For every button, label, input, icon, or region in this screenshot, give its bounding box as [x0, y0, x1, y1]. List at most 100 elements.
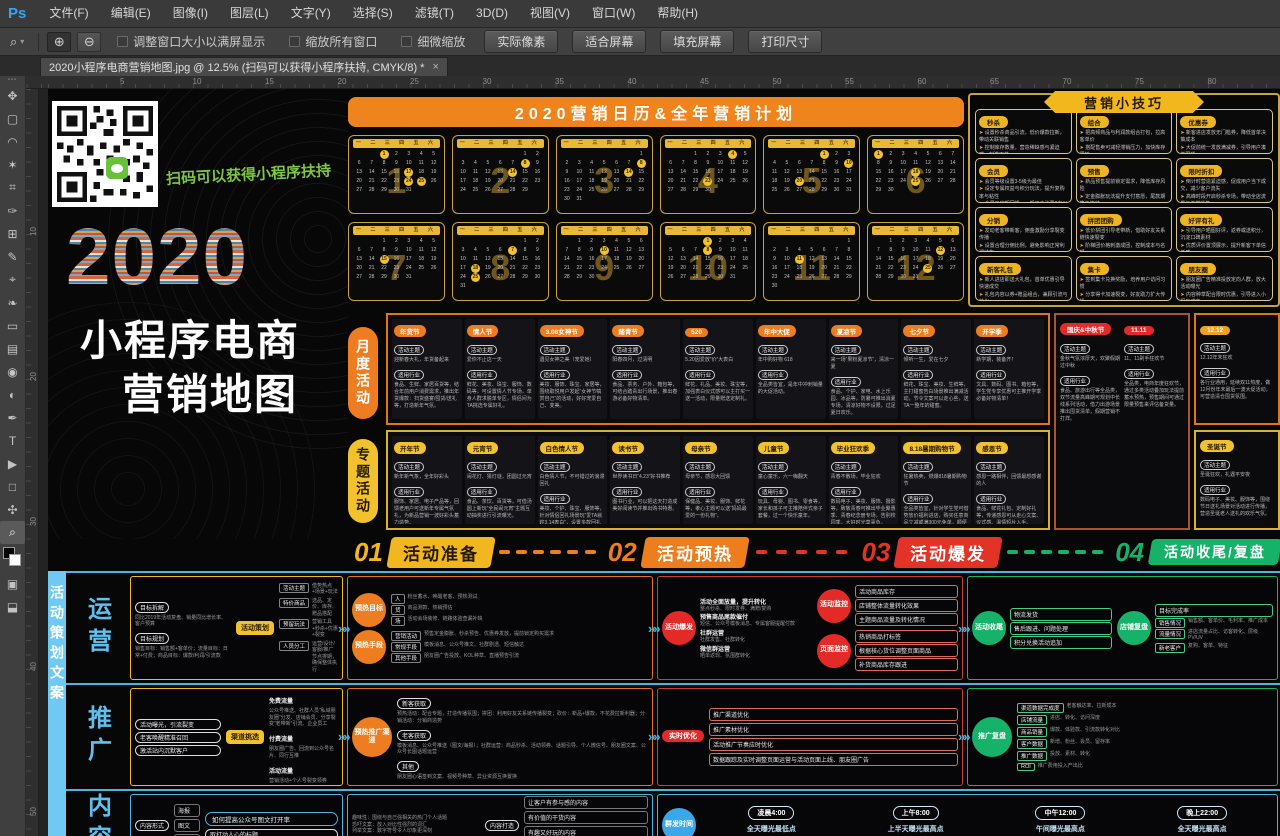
october-big-days-box: 国庆&中秋节 活动主题 金秋气氛浓厚天，欢聚假期过中秋 适用行业 食品、旅游出行…	[1054, 313, 1190, 530]
calendar-date: 27	[947, 264, 959, 273]
calendar-weekdays: 一 二 三 四 五 六 日	[768, 139, 855, 148]
tool-button[interactable]: ⌕	[0, 521, 25, 544]
menu-item[interactable]: 文件(F)	[38, 0, 99, 27]
canvas[interactable]: 扫码可以获得小程序扶持 2020 小程序电商 营销地图 2020营销日历&全年营…	[39, 89, 1280, 836]
phase-number: 02	[608, 537, 637, 568]
calendar-date: 5	[806, 246, 818, 255]
zoom-out-button[interactable]: ⊖	[77, 32, 101, 52]
kv-key: 销售情况	[1155, 618, 1185, 628]
activity-industry: 鲜花、美妆、珠宝、服饰、数码等，可设置情人节专场，单身人群求脱单专区，情侣间为T…	[467, 382, 533, 410]
close-icon[interactable]: ×	[432, 61, 438, 73]
menu-item[interactable]: 图像(I)	[162, 0, 219, 27]
menu-item[interactable]: 图层(L)	[219, 0, 280, 27]
industry-label: 适用行业	[394, 370, 424, 380]
tool-button[interactable]: T	[0, 429, 25, 452]
resize-windows-checkbox[interactable]: 调整窗口大小以满屏显示	[117, 33, 265, 50]
horizontal-ruler[interactable]: 5101520253035404550556065707580	[26, 76, 1280, 89]
activity-title: 元宵节	[467, 442, 499, 454]
calendar-date: 6	[818, 246, 830, 255]
activity-theme: 母亲节，感恩大回馈	[685, 474, 751, 481]
calendar-date: 26	[806, 273, 818, 282]
special-activities-label: 专题活动	[348, 439, 378, 523]
menu-item[interactable]: 编辑(E)	[100, 0, 162, 27]
tool-button[interactable]: ✶	[0, 153, 25, 176]
fit-screen-button[interactable]: 适合屏幕	[572, 30, 646, 53]
calendar-date: 6	[353, 159, 365, 168]
menu-item[interactable]: 文字(Y)	[280, 0, 342, 27]
calendar-dates: 1234567891011121314151617181920212223242…	[872, 237, 959, 282]
menu-item[interactable]: 选择(S)	[342, 0, 404, 27]
tool-button[interactable]: ◐	[0, 383, 25, 406]
channel-branch: 活动流量 营销活动+个人号裂变领券	[269, 760, 338, 785]
calendar-date: 14	[506, 255, 518, 264]
tool-button[interactable]: ⌖	[0, 268, 25, 291]
panel-grip-icon[interactable]: ▪▪▪	[0, 76, 25, 84]
tool-button[interactable]: ◉	[0, 360, 25, 383]
calendar-date: 14	[689, 255, 701, 264]
calendar-date: 21	[506, 264, 518, 273]
phase-badge: 活动收尾/复盘	[1148, 539, 1280, 565]
tool-button[interactable]: ✥	[0, 84, 25, 107]
background-color-swatch[interactable]	[9, 554, 21, 566]
tool-button[interactable]: ✎	[0, 245, 25, 268]
color-swatches[interactable]	[0, 544, 25, 572]
kv-value: 进店、转化、访问深度	[1050, 715, 1100, 722]
calendar-date: 19	[427, 168, 439, 177]
tool-button[interactable]: ⊞	[0, 222, 25, 245]
quick-mask-button[interactable]: ▣	[0, 572, 25, 595]
tool-button[interactable]: ✒	[0, 406, 25, 429]
theme-label: 活动主题	[1060, 344, 1090, 354]
menu-item[interactable]: 帮助(H)	[646, 0, 709, 27]
screen-mode-button[interactable]: ⬓	[0, 595, 25, 618]
content-item: 有价值的干货内容	[524, 811, 648, 824]
tool-button[interactable]: ❧	[0, 291, 25, 314]
zoom-all-windows-checkbox[interactable]: 缩放所有窗口	[289, 33, 377, 50]
activity-theme: 青春不散场，毕业狂欢	[831, 474, 897, 481]
calendar-date: 4	[922, 237, 934, 246]
actual-pixels-button[interactable]: 实际像素	[484, 30, 558, 53]
calendar-date: 6	[494, 246, 506, 255]
calendar-dates: 1234567891011121314151617181920212223242…	[768, 150, 855, 195]
calendar-month: 一 二 三 四 五 六 日 1 123456789101112131415161…	[348, 135, 445, 214]
zoom-in-button[interactable]: ⊕	[47, 32, 71, 52]
zoom-tool-preset[interactable]: ⌕▾	[0, 34, 30, 50]
content-item: 让客户有参与感的内容	[524, 796, 648, 809]
tool-button[interactable]: ⌗	[0, 176, 25, 199]
menu-item[interactable]: 视图(V)	[519, 0, 581, 27]
activity-card: 白色情人节 活动主题 白色情人节，不可错过的浪漫回礼 适用行业 美妆、个护、珠宝…	[538, 436, 608, 524]
menu-item[interactable]: 滤镜(T)	[404, 0, 465, 27]
industry-label: 适用行业	[612, 487, 642, 497]
calendar-date: 6	[635, 237, 647, 246]
menu-item[interactable]: 3D(D)	[465, 0, 519, 27]
calendar-date: 28	[872, 273, 884, 282]
text-line: 倒计时营造紧迫感，促成用户当下成交，减少客户流失	[1180, 179, 1269, 194]
tool-button[interactable]: ✣	[0, 498, 25, 521]
tool-button[interactable]: ▢	[0, 107, 25, 130]
tool-button[interactable]: ◠	[0, 130, 25, 153]
calendar-date: 8	[519, 246, 531, 255]
calendar-date: 20	[494, 177, 506, 186]
calendar-date: 29	[519, 273, 531, 282]
timeline-time: 中午12:00	[1035, 806, 1085, 820]
calendar-date: 18	[585, 177, 597, 186]
calendar-date: 25	[610, 264, 622, 273]
row-label-content: 内容	[66, 793, 128, 836]
print-size-button[interactable]: 打印尺寸	[748, 30, 822, 53]
document-tab[interactable]: 2020小程序电商营销地图.jpg @ 12.5% (扫码可以获得小程序扶持, …	[40, 57, 448, 76]
tool-button[interactable]: ✑	[0, 199, 25, 222]
vertical-ruler[interactable]: 1020304050	[26, 89, 39, 836]
scrubby-zoom-checkbox[interactable]: 细微缩放	[401, 33, 465, 50]
calendar-date: 2	[390, 237, 402, 246]
operations-burst-cell: 活动爆发 活动全面放量，提升转化整点秒杀、限时发券、满赠/复购预售商品尾款催付短…	[657, 576, 963, 680]
calendar-date: 30	[531, 273, 543, 282]
branch-label: 新客获取	[397, 698, 431, 709]
fill-screen-button[interactable]: 填充屏幕	[660, 30, 734, 53]
tool-button[interactable]: ▤	[0, 337, 25, 360]
tool-button[interactable]: □	[0, 475, 25, 498]
menu-item[interactable]: 窗口(W)	[581, 0, 646, 27]
calendar-date: 7	[806, 159, 818, 168]
activity-industry: 食品、票务、户外、箱包等，可结合踏青出行场景，推出春游必备好物清单。	[612, 382, 678, 403]
tool-button[interactable]: ▭	[0, 314, 25, 337]
calendar-date: 17	[909, 255, 921, 264]
tool-button[interactable]: ▶	[0, 452, 25, 475]
